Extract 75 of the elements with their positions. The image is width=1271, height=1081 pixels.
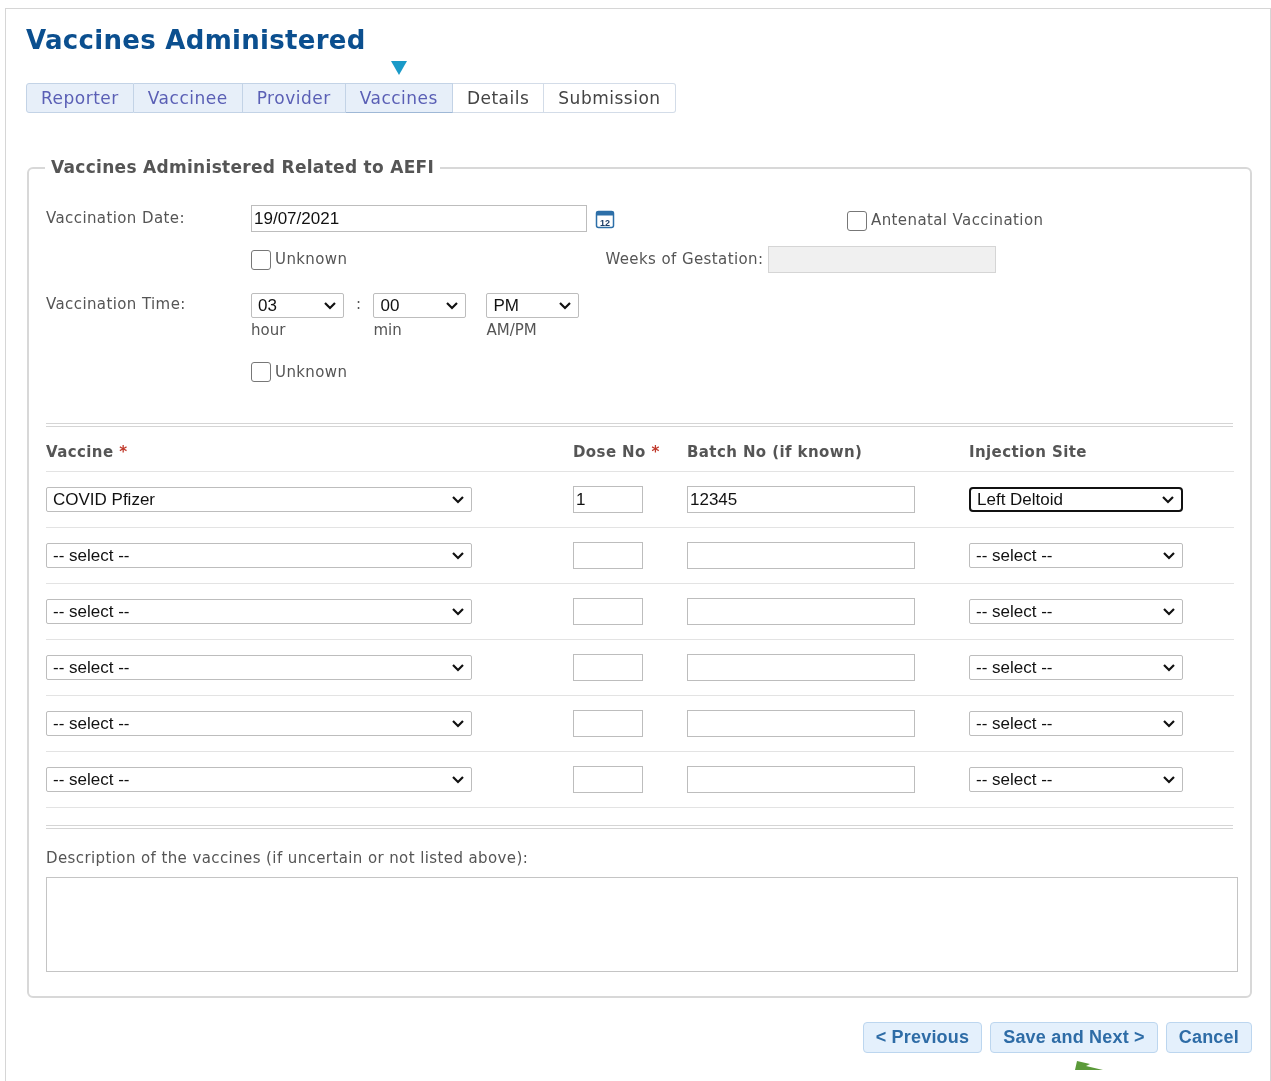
caret-icon <box>323 301 337 310</box>
caret-icon <box>1162 775 1176 784</box>
dose-field[interactable] <box>573 598 643 625</box>
field-caption: min <box>373 321 403 339</box>
nav-button[interactable]: Save and Next > <box>990 1021 1158 1053</box>
field-label: Weeks of Gestation: <box>604 249 764 271</box>
select-field[interactable]: -- select -- <box>969 655 1183 680</box>
dose-field[interactable] <box>573 542 643 569</box>
select-field[interactable]: -- select -- <box>969 767 1183 792</box>
checkbox[interactable] <box>251 362 271 383</box>
field-label: Vaccination Date: <box>46 208 186 230</box>
caret-icon <box>451 495 465 504</box>
nav-button[interactable]: Cancel <box>1165 1021 1252 1053</box>
field-label: Vaccination Time: <box>46 294 187 315</box>
field-label: Description of the vaccines (if uncertain or not listed above): <box>46 848 530 869</box>
batch-field[interactable]: 12345 <box>687 486 915 513</box>
time-separator: : <box>356 294 362 315</box>
dose-field[interactable] <box>573 710 643 737</box>
nav-button[interactable]: < Previous <box>862 1021 983 1053</box>
batch-field[interactable] <box>687 710 915 737</box>
checkbox-label: Unknown <box>275 362 348 383</box>
caret-icon <box>558 301 573 310</box>
select-field[interactable]: COVID Pfizer <box>46 487 472 512</box>
tab[interactable]: Provider <box>242 83 346 113</box>
required-mark: * <box>119 442 128 461</box>
tab[interactable]: Submission <box>544 83 676 113</box>
tab[interactable]: Details <box>452 83 545 113</box>
select-field[interactable]: -- select -- <box>46 543 472 568</box>
caret-icon <box>451 607 465 616</box>
caret-icon <box>1161 495 1175 504</box>
description-field[interactable] <box>46 876 1238 972</box>
select-field[interactable]: Left Deltoid <box>969 487 1183 512</box>
caret-icon <box>451 551 465 560</box>
page-title: Vaccines Administered <box>26 24 367 57</box>
checkbox-label: Unknown <box>275 249 348 271</box>
caret-icon <box>451 663 465 672</box>
dose-field[interactable] <box>573 654 643 681</box>
batch-field[interactable] <box>687 766 915 793</box>
select-field[interactable]: PM <box>486 293 580 318</box>
select-field[interactable]: -- select -- <box>969 599 1183 624</box>
batch-field[interactable] <box>687 598 915 625</box>
arrow-icon <box>1075 1060 1103 1070</box>
dose-field[interactable]: 1 <box>573 486 643 513</box>
batch-field[interactable] <box>687 542 915 569</box>
checkbox-label: Antenatal Vaccination <box>871 210 1044 232</box>
caret-icon <box>1162 719 1176 728</box>
tab[interactable]: Vaccinee <box>133 83 243 113</box>
caret-icon <box>1162 551 1176 560</box>
tab[interactable]: Reporter <box>26 83 134 113</box>
column-header: Batch No (if known) <box>687 442 863 461</box>
select-field[interactable]: -- select -- <box>46 767 472 792</box>
column-header: Vaccine <box>46 442 114 461</box>
caret-icon <box>451 775 465 784</box>
select-field[interactable]: -- select -- <box>46 599 472 624</box>
column-header: Dose No <box>573 442 646 461</box>
batch-field[interactable] <box>687 654 915 681</box>
field-caption: hour <box>251 321 287 339</box>
select-field[interactable]: -- select -- <box>969 543 1183 568</box>
checkbox[interactable] <box>847 210 867 231</box>
checkbox[interactable] <box>251 249 271 270</box>
select-field[interactable]: -- select -- <box>46 655 472 680</box>
caret-icon <box>451 719 465 728</box>
calendar-icon: 12 <box>595 208 615 229</box>
select-field[interactable]: -- select -- <box>969 711 1183 736</box>
caret-icon <box>445 301 460 310</box>
field-caption: AM/PM <box>486 321 538 339</box>
select-field[interactable]: 03 <box>251 293 344 318</box>
column-header: Injection Site <box>969 442 1087 461</box>
select-field[interactable]: -- select -- <box>46 711 472 736</box>
required-mark: * <box>651 442 660 461</box>
date-field[interactable]: 19/07/2021 <box>251 205 587 232</box>
dose-field[interactable] <box>573 766 643 793</box>
caret-icon <box>1162 663 1176 672</box>
select-field[interactable]: 00 <box>373 293 467 318</box>
caret-icon <box>1162 607 1176 616</box>
